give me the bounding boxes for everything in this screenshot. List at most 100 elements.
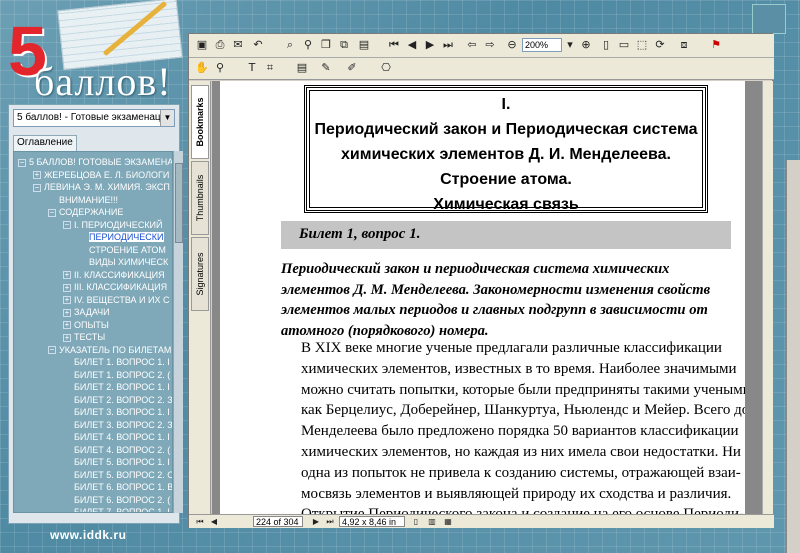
toc-item[interactable]: БИЛЕТ 1. ВОПРОС 2. ( <box>14 369 172 382</box>
rotate-icon[interactable]: ⟳ <box>653 38 667 52</box>
toc-scrollbar[interactable] <box>173 151 183 513</box>
ticket-bar: Билет 1, вопрос 1. <box>281 221 731 249</box>
chevron-down-icon[interactable]: ▼ <box>160 110 174 126</box>
toc-item[interactable]: + III. КЛАССИФИКАЦИЯ <box>14 281 172 294</box>
fit-page-icon[interactable]: ▭ <box>617 38 631 52</box>
toc-item[interactable]: + IV. ВЕЩЕСТВА И ИХ С <box>14 294 172 307</box>
expand-icon[interactable]: + <box>63 283 71 292</box>
text-select-icon[interactable]: T <box>245 61 259 75</box>
acrobat-icon[interactable]: ⚑ <box>709 38 723 52</box>
continuous-layout-icon[interactable]: ▥ <box>425 515 439 529</box>
collapse-icon[interactable]: − <box>18 158 26 167</box>
expand-icon[interactable]: + <box>33 171 41 180</box>
email-icon[interactable]: ✉ <box>231 38 245 52</box>
toc-item[interactable]: БИЛЕТ 7. ВОПРОС 1. I <box>14 506 172 512</box>
toc-item[interactable]: ВИДЫ ХИМИЧЕСК <box>14 256 172 269</box>
collapse-icon[interactable]: − <box>48 346 56 355</box>
toc-item[interactable]: БИЛЕТ 5. ВОПРОС 1. I <box>14 456 172 469</box>
expand-icon[interactable]: + <box>63 271 71 280</box>
page-indicator[interactable]: 224 of 304 <box>253 516 303 527</box>
scroll-thumb[interactable] <box>175 163 183 243</box>
expand-icon[interactable]: + <box>63 296 71 305</box>
next-page-icon[interactable]: ▶ <box>423 38 437 52</box>
toc-item[interactable]: −5 БАЛЛОВ! ГОТОВЫЕ ЭКЗАМЕНА <box>14 156 172 169</box>
toc-item[interactable]: БИЛЕТ 4. ВОПРОС 2. ( <box>14 444 172 457</box>
toc-item[interactable]: + II. КЛАССИФИКАЦИЯ <box>14 269 172 282</box>
toc-item[interactable]: БИЛЕТ 6. ВОПРОС 2. ( <box>14 494 172 507</box>
toc-item[interactable]: + ТЕСТЫ <box>14 331 172 344</box>
toc-item[interactable]: + ОПЫТЫ <box>14 319 172 332</box>
toc-item[interactable]: − СОДЕРЖАНИЕ <box>14 206 172 219</box>
toc-item[interactable]: БИЛЕТ 3. ВОПРОС 1. I <box>14 406 172 419</box>
site-url[interactable]: www.iddk.ru <box>50 528 126 542</box>
single-page-icon[interactable]: ▯ <box>599 38 613 52</box>
tab-bookmarks[interactable]: Bookmarks <box>191 85 209 159</box>
zoom-field[interactable]: 200% <box>522 38 562 52</box>
hand-tool-icon[interactable]: ✋ <box>195 61 209 75</box>
book-select[interactable]: 5 баллов! - Готовые экзаменацион ▼ <box>13 109 175 127</box>
expand-icon[interactable]: + <box>63 308 71 317</box>
toc-item[interactable]: + ЗАДАЧИ <box>14 306 172 319</box>
undo-icon[interactable]: ↶ <box>251 38 265 52</box>
toc-item[interactable]: ВНИМАНИЕ!!! <box>14 194 172 207</box>
save-icon[interactable]: ▣ <box>195 38 209 52</box>
view-menu-icon[interactable]: ⧈ <box>677 38 691 52</box>
facing-layout-icon[interactable]: ▦ <box>441 515 455 529</box>
toc-item[interactable]: БИЛЕТ 6. ВОПРОС 1. В <box>14 481 172 494</box>
tab-contents[interactable]: Оглавление <box>13 135 77 151</box>
toc-item[interactable]: ПЕРИОДИЧЕСКИ <box>14 231 172 244</box>
body-paragraph: В XIX веке многие ученые предлагали разл… <box>281 338 745 514</box>
toc-item-label: БИЛЕТ 3. ВОПРОС 2. З <box>74 419 172 430</box>
graphics-select-icon[interactable]: ⌗ <box>263 61 277 75</box>
last-page-status-icon[interactable]: ⏭ <box>323 515 337 529</box>
toc-item[interactable]: БИЛЕТ 2. ВОПРОС 2. З <box>14 394 172 407</box>
toc-item-label: БИЛЕТ 1. ВОПРОС 1. I <box>74 357 170 367</box>
zoom-in-icon[interactable]: ⊕ <box>579 38 593 52</box>
prev-page-status-icon[interactable]: ◀ <box>207 515 221 529</box>
prev-page-icon[interactable]: ◀ <box>405 38 419 52</box>
toc-item-label: ПЕРИОДИЧЕСКИ <box>89 232 164 242</box>
search-icon[interactable]: ⚲ <box>301 38 315 52</box>
pages-icon[interactable]: ❐ <box>319 38 333 52</box>
zoom-tool-icon[interactable]: ⚲ <box>213 61 227 75</box>
note-tool-icon[interactable]: ▤ <box>295 61 309 75</box>
forward-icon[interactable]: ⇨ <box>483 38 497 52</box>
panel-toggle-icon[interactable]: ▤ <box>357 38 371 52</box>
copy-icon[interactable]: ⧉ <box>337 38 351 52</box>
toc-item[interactable]: БИЛЕТ 5. ВОПРОС 2. О <box>14 469 172 482</box>
collapse-icon[interactable]: − <box>63 221 71 230</box>
collapse-icon[interactable]: − <box>33 183 41 192</box>
collapse-icon[interactable]: − <box>48 208 56 217</box>
zoom-dropdown-icon[interactable]: ▾ <box>563 38 577 52</box>
single-page-layout-icon[interactable]: ▯ <box>409 515 423 529</box>
first-page-status-icon[interactable]: ⏮ <box>193 515 207 529</box>
toc-item[interactable]: СТРОЕНИЕ АТОМ <box>14 244 172 257</box>
tab-signatures[interactable]: Signatures <box>191 237 209 311</box>
expand-icon[interactable]: + <box>63 333 71 342</box>
print-icon[interactable]: ⎙ <box>213 38 227 52</box>
stamp-tool-icon[interactable]: ⎔ <box>379 61 393 75</box>
toc-item[interactable]: БИЛЕТ 2. ВОПРОС 1. I <box>14 381 172 394</box>
last-page-icon[interactable]: ⏭ <box>441 38 455 52</box>
first-page-icon[interactable]: ⏮ <box>387 38 401 52</box>
expand-icon[interactable]: + <box>63 321 71 330</box>
text-line: Открытие Периодического закона и создани… <box>281 504 744 514</box>
toc-item[interactable]: + ЖЕРЕБЦОВА Е. Л. БИОЛОГИ <box>14 169 172 182</box>
toc-item[interactable]: − ЛЕВИНА Э. М. ХИМИЯ. ЭКСП <box>14 181 172 194</box>
toc-item[interactable]: − I. ПЕРИОДИЧЕСКИЙ <box>14 219 172 232</box>
toc-item-label: IV. ВЕЩЕСТВА И ИХ С <box>74 294 170 305</box>
find-icon[interactable]: ⌕ <box>283 38 297 52</box>
toc-item[interactable]: БИЛЕТ 1. ВОПРОС 1. I <box>14 356 172 369</box>
back-icon[interactable]: ⇦ <box>465 38 479 52</box>
pencil-tool-icon[interactable]: ✎ <box>319 61 333 75</box>
fit-width-icon[interactable]: ⬚ <box>635 38 649 52</box>
highlight-tool-icon[interactable]: ✐ <box>345 61 359 75</box>
toc-item[interactable]: БИЛЕТ 3. ВОПРОС 2. З <box>14 419 172 432</box>
next-page-status-icon[interactable]: ▶ <box>309 515 323 529</box>
toc-item[interactable]: БИЛЕТ 4. ВОПРОС 1. I <box>14 431 172 444</box>
zoom-out-icon[interactable]: ⊖ <box>505 38 519 52</box>
tab-thumbnails[interactable]: Thumbnails <box>191 161 209 235</box>
toc-item[interactable]: − УКАЗАТЕЛЬ ПО БИЛЕТАМ <box>14 344 172 357</box>
document-scrollbar[interactable] <box>762 81 773 514</box>
app-menu-icon[interactable] <box>752 4 786 34</box>
